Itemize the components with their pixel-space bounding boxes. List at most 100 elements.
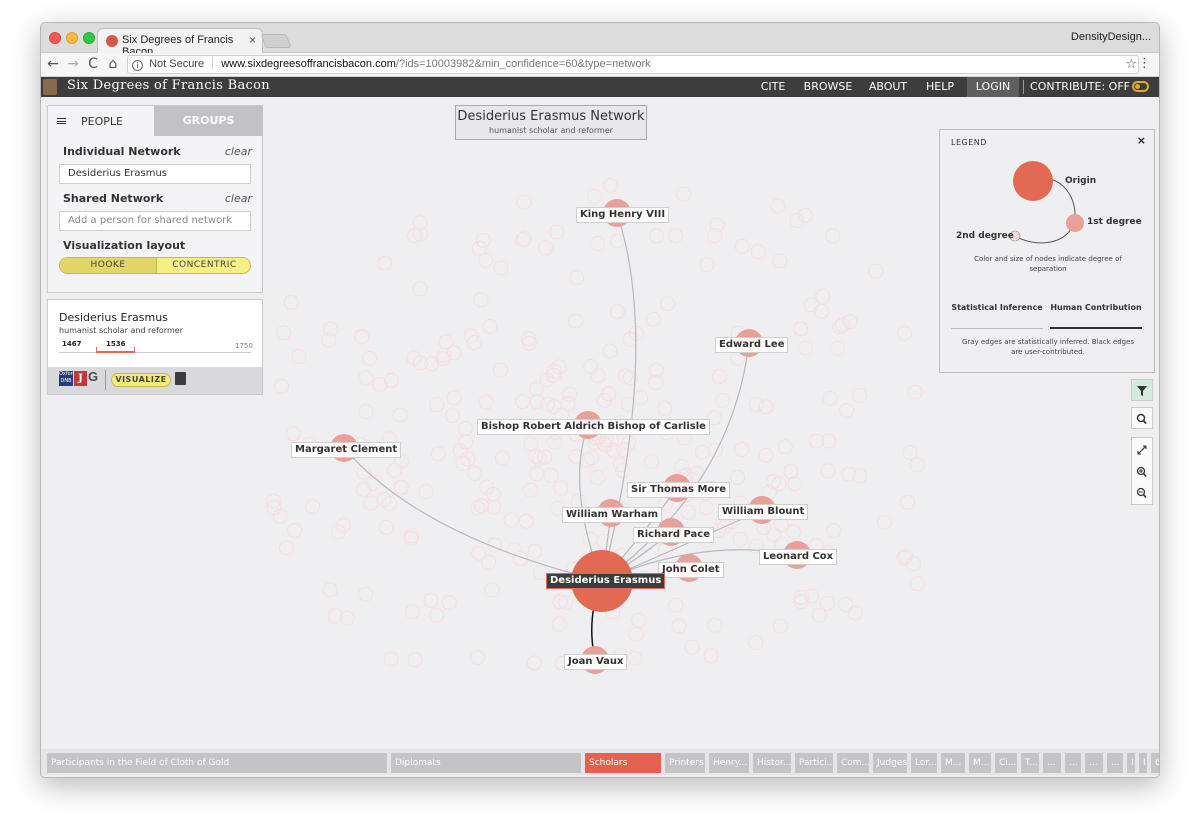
second-degree-node[interactable] (715, 392, 731, 408)
second-degree-node[interactable] (372, 376, 388, 392)
second-degree-node[interactable] (493, 362, 509, 378)
second-degree-node[interactable] (847, 605, 863, 621)
profile-name[interactable]: DensityDesign... (1071, 31, 1151, 43)
second-degree-node[interactable] (407, 652, 423, 668)
second-degree-node[interactable] (412, 215, 428, 231)
second-degree-node[interactable] (378, 519, 394, 535)
second-degree-node[interactable] (515, 394, 531, 410)
second-degree-node[interactable] (772, 618, 788, 634)
group-chip[interactable]: Com... (837, 753, 869, 773)
second-degree-node[interactable] (674, 459, 690, 474)
second-degree-node[interactable] (803, 297, 819, 313)
close-window-button[interactable] (49, 32, 61, 44)
second-degree-node[interactable] (589, 470, 605, 485)
second-degree-node[interactable] (283, 294, 299, 310)
second-degree-node[interactable] (868, 263, 884, 279)
second-degree-node[interactable] (478, 394, 494, 410)
second-degree-node[interactable] (357, 586, 373, 602)
second-degree-node[interactable] (321, 332, 337, 348)
info-icon[interactable]: i (132, 60, 143, 71)
second-degree-node[interactable] (412, 281, 428, 297)
second-degree-node[interactable] (770, 198, 786, 214)
second-degree-node[interactable] (797, 207, 813, 223)
second-degree-node[interactable] (820, 463, 836, 479)
second-degree-node[interactable] (441, 595, 457, 611)
second-degree-node[interactable] (815, 288, 831, 304)
second-degree-node[interactable] (482, 319, 498, 334)
group-chip[interactable]: Lor... (911, 753, 937, 773)
group-chip[interactable]: M... (941, 753, 965, 773)
nav-login[interactable]: LOGIN (967, 77, 1019, 97)
nav-browse[interactable]: BROWSE (799, 77, 857, 97)
second-degree-node[interactable] (793, 321, 809, 337)
reload-icon[interactable]: C (85, 56, 101, 72)
new-tab-button[interactable] (260, 34, 292, 48)
second-degree-node[interactable] (552, 616, 567, 632)
second-degree-node[interactable] (569, 270, 585, 286)
individual-network-input[interactable]: Desiderius Erasmus (59, 164, 251, 184)
second-degree-node[interactable] (841, 466, 857, 482)
second-degree-node[interactable] (583, 359, 599, 374)
second-degree-node[interactable] (475, 232, 491, 248)
odnb-link[interactable]: Oxford DNB (59, 371, 76, 386)
second-degree-node[interactable] (777, 439, 793, 455)
group-chip[interactable]: ... (1065, 753, 1081, 773)
second-degree-node[interactable] (365, 475, 381, 491)
second-degree-node[interactable] (772, 253, 788, 269)
group-chip[interactable]: Ci... (995, 753, 1017, 773)
second-degree-node[interactable] (278, 540, 294, 556)
second-degree-node[interactable] (732, 531, 748, 547)
second-degree-node[interactable] (430, 446, 446, 462)
second-degree-node[interactable] (287, 523, 303, 538)
second-degree-node[interactable] (553, 480, 569, 496)
second-degree-node[interactable] (285, 426, 301, 442)
forward-icon[interactable]: → (65, 56, 81, 72)
group-chip[interactable]: Partici... (795, 753, 833, 773)
filter-button[interactable] (1131, 379, 1153, 401)
nav-cite[interactable]: CITE (753, 77, 793, 97)
second-degree-node[interactable] (631, 612, 647, 628)
second-degree-node[interactable] (358, 370, 374, 386)
zoom-in-icon[interactable] (1132, 466, 1152, 478)
legend-tab-human[interactable]: Human Contribution (1050, 302, 1142, 314)
second-degree-node[interactable] (909, 457, 925, 473)
second-degree-node[interactable] (730, 469, 746, 485)
group-chip[interactable]: Histor... (753, 753, 791, 773)
second-degree-node[interactable] (549, 224, 565, 240)
group-chip[interactable]: Scholars (585, 753, 661, 773)
second-degree-node[interactable] (493, 260, 509, 276)
node-label[interactable]: Edward Lee (715, 337, 789, 353)
group-chip[interactable]: ... (1107, 753, 1123, 773)
second-degree-node[interactable] (838, 597, 854, 613)
network-canvas[interactable]: King Henry VIII Edward Lee Bishop Robert A… (41, 97, 1159, 775)
second-degree-node[interactable] (748, 635, 764, 651)
second-degree-node[interactable] (750, 244, 766, 260)
second-degree-node[interactable] (668, 597, 684, 613)
second-degree-node[interactable] (358, 404, 374, 420)
second-degree-node[interactable] (668, 228, 683, 244)
close-tab-icon[interactable]: × (249, 33, 256, 47)
node-label[interactable]: John Colet (658, 562, 724, 578)
second-degree-node[interactable] (707, 228, 723, 244)
second-degree-node[interactable] (709, 217, 725, 233)
tab-groups[interactable]: GROUPS (154, 106, 263, 136)
second-degree-node[interactable] (660, 296, 675, 312)
second-degree-node[interactable] (467, 466, 483, 482)
second-degree-node[interactable] (528, 381, 544, 397)
browser-tab[interactable]: Six Degrees of Francis Bacon × (97, 28, 263, 58)
node-label[interactable]: Bishop Robert Aldrich Bishop of Carlisle (477, 419, 710, 435)
nav-contribute[interactable]: CONTRIBUTE: OFF (1029, 77, 1131, 97)
shared-network-input[interactable]: Add a person for shared network (59, 211, 251, 231)
group-chip[interactable]: I (1127, 753, 1135, 773)
second-degree-node[interactable] (758, 447, 774, 463)
second-degree-node[interactable] (876, 514, 892, 530)
second-degree-node[interactable] (586, 188, 602, 204)
second-degree-node[interactable] (628, 626, 644, 642)
second-degree-node[interactable] (538, 240, 553, 256)
second-degree-node[interactable] (602, 343, 618, 359)
second-degree-node[interactable] (429, 397, 445, 413)
jstor-link[interactable]: J (74, 371, 87, 386)
second-degree-node[interactable] (902, 445, 918, 461)
group-chip[interactable]: ... (1085, 753, 1103, 773)
second-degree-node[interactable] (825, 228, 841, 244)
